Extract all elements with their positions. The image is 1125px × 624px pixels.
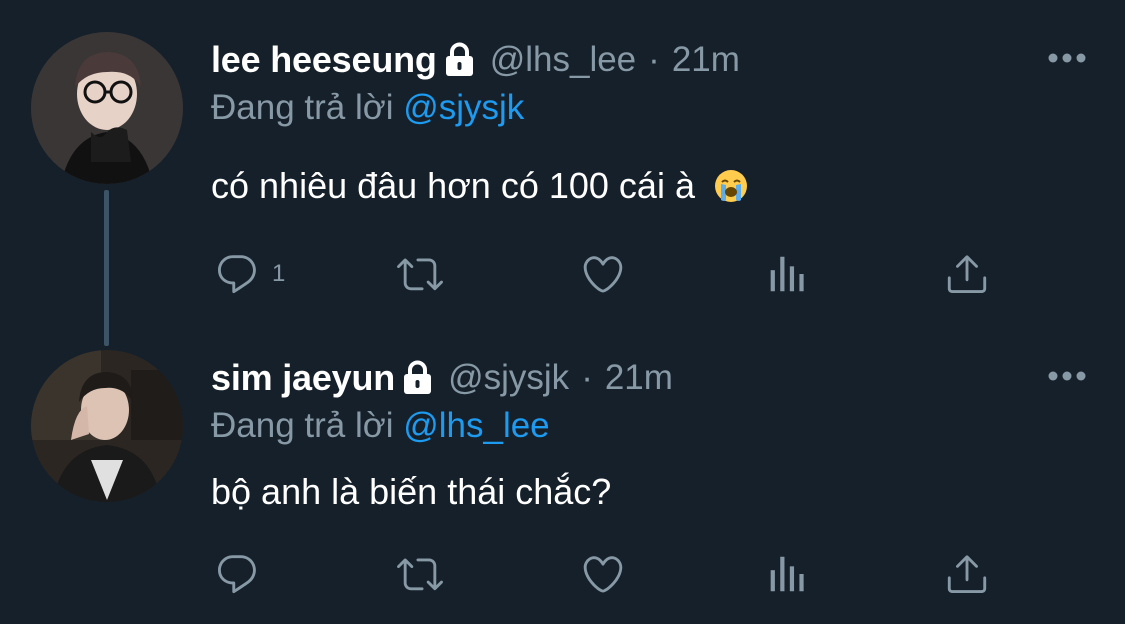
more-icon[interactable] xyxy=(1047,370,1087,382)
like-button[interactable] xyxy=(580,549,626,599)
handle[interactable]: @lhs_lee xyxy=(490,40,636,80)
separator-dot: · xyxy=(648,40,660,79)
share-icon xyxy=(947,555,987,594)
timestamp[interactable]: 21m xyxy=(672,40,740,80)
heart-icon xyxy=(583,256,623,293)
avatar[interactable] xyxy=(31,350,183,502)
replying-to: Đang trả lời @sjysjk xyxy=(211,88,524,128)
share-button[interactable] xyxy=(944,549,990,599)
reply-button[interactable] xyxy=(214,549,272,599)
tweet-text-content: có nhiêu đâu hơn có 100 cái à xyxy=(211,165,695,206)
retweet-button[interactable] xyxy=(397,249,443,299)
analytics-button[interactable] xyxy=(763,249,809,299)
handle[interactable]: @sjysjk xyxy=(448,358,569,398)
tweet-text: có nhiêu đâu hơn có 100 cái à xyxy=(211,165,749,207)
like-button[interactable] xyxy=(580,249,626,299)
reply-button[interactable]: 1 xyxy=(214,249,285,299)
analytics-icon xyxy=(770,256,804,292)
share-icon xyxy=(947,255,987,294)
tweet-actions xyxy=(0,549,1125,599)
reply-icon xyxy=(218,255,256,294)
tweet-actions: 1 xyxy=(0,249,1125,299)
reply-prefix: Đang trả lời xyxy=(211,406,394,445)
more-icon[interactable] xyxy=(1047,52,1087,64)
display-name[interactable]: lee heeseung xyxy=(211,39,437,81)
reply-count: 1 xyxy=(272,260,286,287)
heart-icon xyxy=(583,556,623,593)
reply-mention-link[interactable]: @sjysjk xyxy=(403,88,524,127)
replying-to: Đang trả lời @lhs_lee xyxy=(211,406,550,446)
retweet-icon xyxy=(397,258,443,291)
tweet-header: lee heeseung @lhs_lee · 21m xyxy=(211,37,740,83)
tweet-header: sim jaeyun @sjysjk · 21m xyxy=(211,355,673,401)
loudly-crying-face-emoji xyxy=(714,170,747,202)
retweet-button[interactable] xyxy=(397,549,443,599)
display-name[interactable]: sim jaeyun xyxy=(211,357,395,399)
avatar[interactable] xyxy=(31,32,183,184)
tweet-text: bộ anh là biến thái chắc? xyxy=(211,471,611,513)
analytics-icon xyxy=(770,556,804,592)
reply-icon xyxy=(218,555,256,594)
retweet-icon xyxy=(397,558,443,591)
timestamp[interactable]: 21m xyxy=(605,358,673,398)
reply-prefix: Đang trả lời xyxy=(211,88,394,127)
separator-dot: · xyxy=(581,358,593,397)
lock-icon xyxy=(404,360,432,394)
share-button[interactable] xyxy=(944,249,990,299)
lock-icon xyxy=(445,42,473,76)
tweet-text-content: bộ anh là biến thái chắc? xyxy=(211,471,612,512)
reply-mention-link[interactable]: @lhs_lee xyxy=(403,406,549,445)
analytics-button[interactable] xyxy=(763,549,809,599)
